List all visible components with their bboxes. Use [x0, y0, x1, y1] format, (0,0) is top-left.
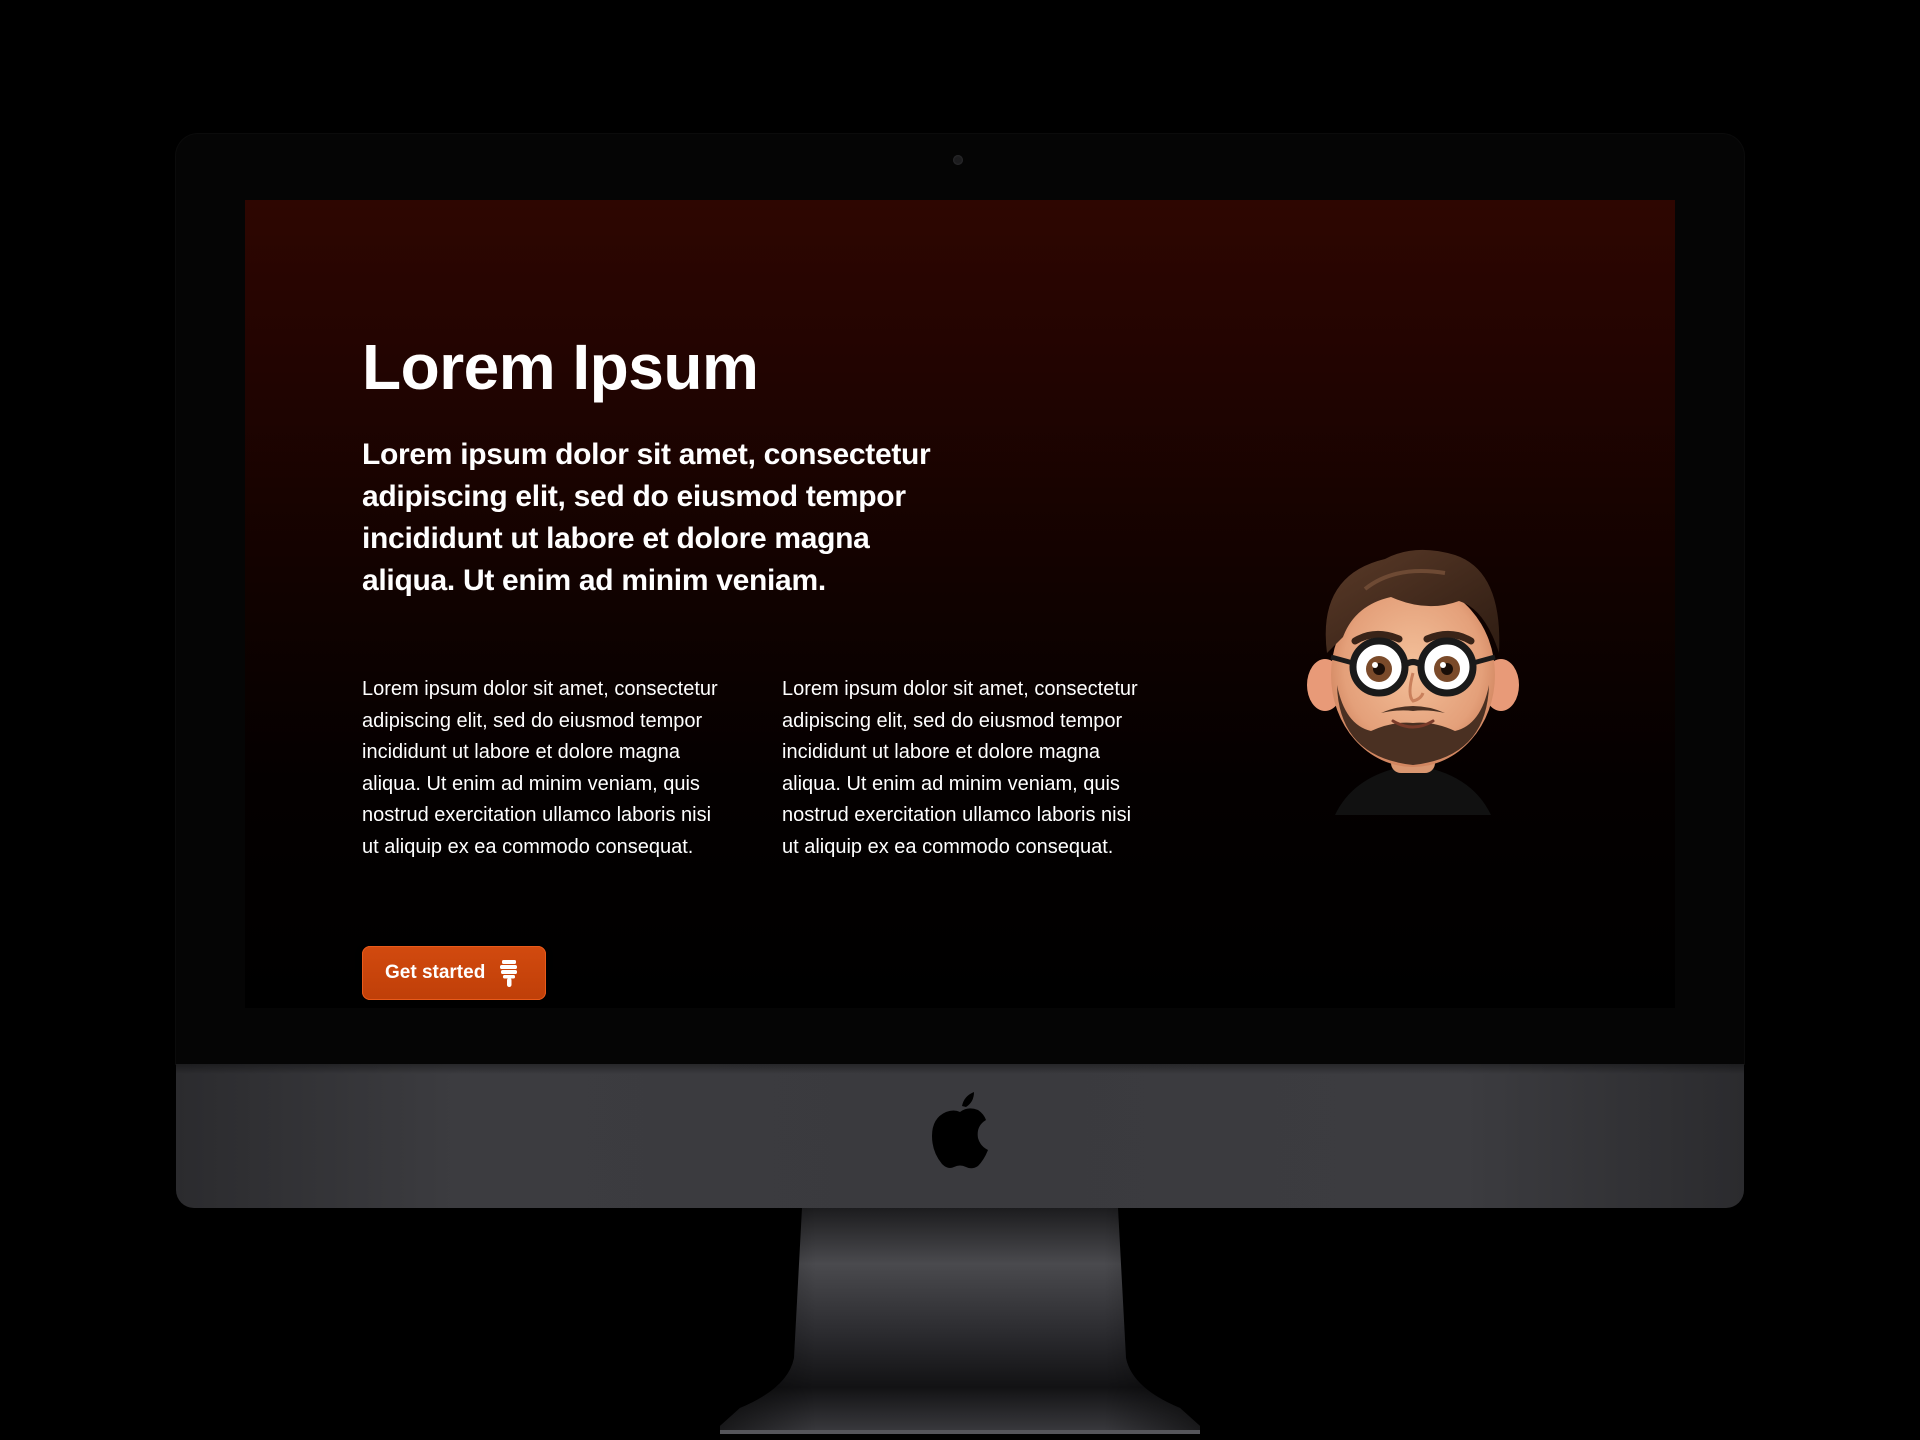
- get-started-label: Get started: [385, 962, 486, 983]
- camera-icon: [953, 155, 963, 165]
- body-column-right: Lorem ipsum dolor sit amet, consectetur …: [782, 678, 1138, 858]
- hero-title: Lorem Ipsum: [362, 331, 759, 403]
- device-mockup: Lorem Ipsum Lorem ipsum dolor sit amet, …: [0, 0, 1920, 1440]
- get-started-button[interactable]: Get started: [362, 946, 546, 1000]
- apple-logo-icon: [928, 1090, 992, 1170]
- body-column-left: Lorem ipsum dolor sit amet, consectetur …: [362, 678, 718, 858]
- monitor-stand: [720, 1208, 1200, 1440]
- memoji-avatar: [1295, 525, 1531, 815]
- thumb-down-icon: [497, 958, 521, 988]
- hero-subtitle: Lorem ipsum dolor sit amet, consectetur …: [362, 438, 931, 597]
- screen: Lorem Ipsum Lorem ipsum dolor sit amet, …: [245, 200, 1675, 1008]
